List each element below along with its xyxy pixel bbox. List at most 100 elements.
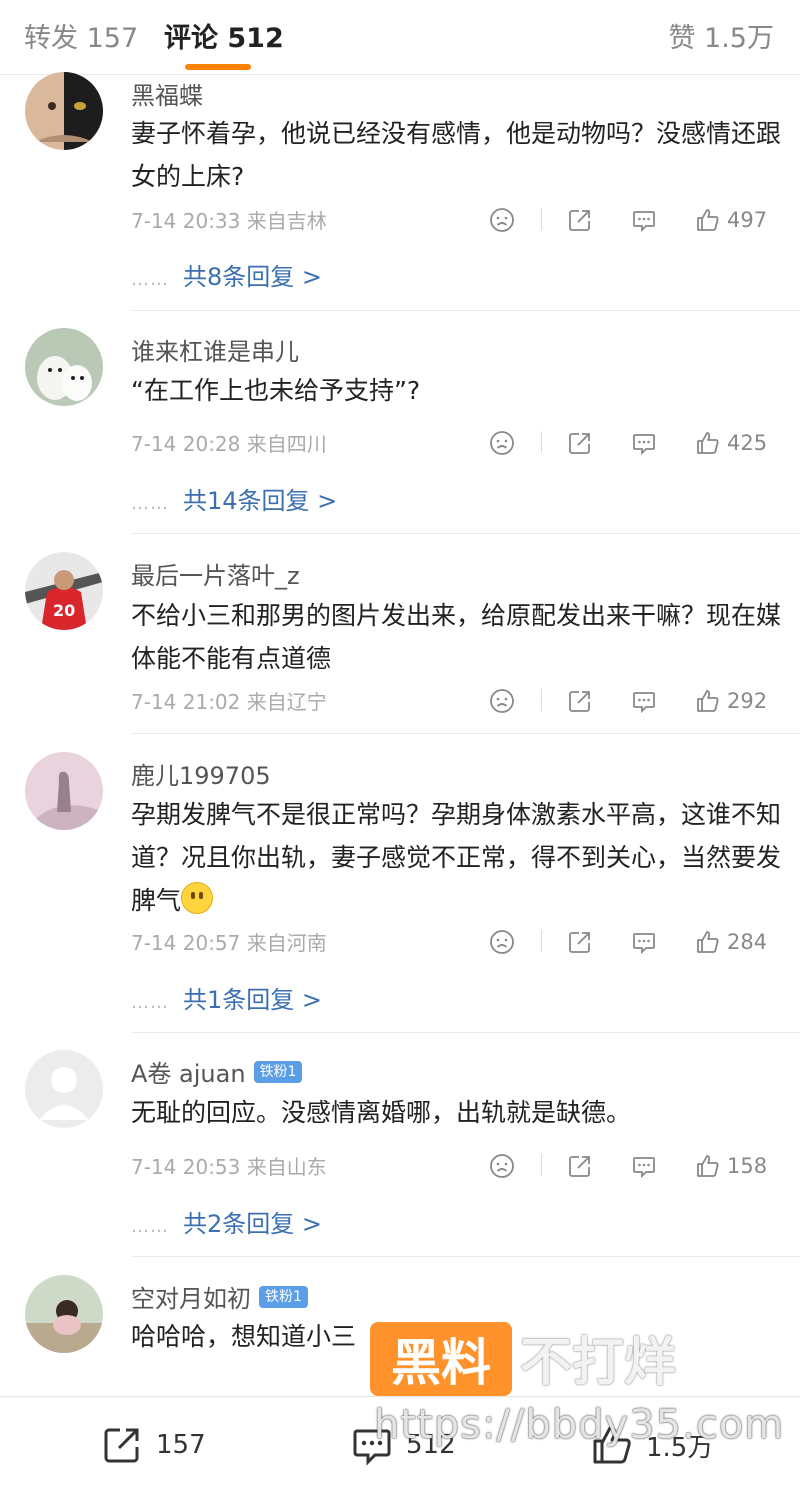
dislike-button[interactable] <box>489 428 515 458</box>
comment-text-body: 孕期发脾气不是很正常吗？孕期身体激素水平高，这谁不知道？况且你出轨，妻子感觉不正… <box>131 800 782 915</box>
fan-badge: 铁粉1 <box>259 1285 308 1308</box>
view-replies-link[interactable]: …… 共14条回复 > <box>131 481 337 516</box>
like-button[interactable]: 292 <box>695 686 767 716</box>
watermark-text: 不打烊 <box>520 1333 677 1393</box>
like-count: 284 <box>727 930 768 954</box>
share-button[interactable] <box>567 1151 593 1181</box>
watermark-logo: 黑料 <box>370 1322 512 1396</box>
reply-icon <box>633 211 655 233</box>
view-replies-link[interactable]: …… 共2条回复 > <box>131 1204 322 1239</box>
username-text: A卷 ajuan <box>131 1060 246 1088</box>
reply-button[interactable] <box>631 927 657 957</box>
tab-like[interactable]: 赞 1.5万 <box>668 16 774 55</box>
comment-meta: 7-14 20:33 来自吉林 497 <box>131 205 776 235</box>
smile-emoji-icon <box>181 882 214 914</box>
comment-text: 不给小三和那男的图片发出来，给原配发出来干嘛？现在媒体能不能有点道德 <box>131 601 782 673</box>
comment-text: 妻子怀着孕，他说已经没有感情，他是动物吗？没感情还跟女的上床? <box>131 119 782 191</box>
comment-text: 无耻的回应。没感情离婚哪，出轨就是缺德。 <box>131 1098 632 1127</box>
reply-count: 共1条回复 > <box>183 986 323 1014</box>
avatar[interactable] <box>25 1050 103 1128</box>
svg-text:20: 20 <box>53 601 75 620</box>
username[interactable]: 黑福蝶 <box>131 76 203 111</box>
dislike-face-icon <box>490 208 514 232</box>
like-count: 158 <box>727 1154 768 1178</box>
username[interactable]: 鹿儿199705 <box>131 756 271 791</box>
username[interactable]: 谁来杠谁是串儿 <box>131 332 299 367</box>
dislike-button[interactable] <box>489 686 515 716</box>
thumb-up-icon <box>697 209 719 231</box>
username[interactable]: A卷 ajuan 铁粉1 <box>131 1054 303 1089</box>
active-tab-indicator <box>185 64 251 70</box>
share-button[interactable] <box>567 428 593 458</box>
comment-meta: 7-14 20:53 来自山东 158 <box>131 1151 776 1181</box>
like-count: 292 <box>727 689 768 713</box>
thumb-up-icon <box>697 432 719 454</box>
dislike-face-icon <box>490 930 514 954</box>
dislike-button[interactable] <box>489 927 515 957</box>
repost-button[interactable]: 157 <box>100 1421 206 1469</box>
divider <box>541 689 542 711</box>
share-icon <box>569 1156 590 1177</box>
thumb-up-icon <box>697 1155 719 1177</box>
dislike-face-icon <box>490 689 514 713</box>
divider <box>541 431 542 453</box>
share-button[interactable] <box>567 205 593 235</box>
reply-icon <box>633 434 655 456</box>
watermark-url: https://bbdy35.com <box>374 1402 785 1448</box>
username[interactable]: 最后一片落叶_z <box>131 556 300 591</box>
divider <box>541 930 542 952</box>
share-icon <box>569 210 590 231</box>
comment-meta: 7-14 20:28 来自四川 425 <box>131 428 776 458</box>
thumb-up-icon <box>697 931 719 953</box>
reply-count: 共2条回复 > <box>183 1210 323 1238</box>
like-count: 497 <box>727 208 768 232</box>
reply-icon <box>633 692 655 714</box>
comment-divider <box>131 733 800 734</box>
timestamp-location: 7-14 20:33 来自吉林 <box>131 209 327 233</box>
reply-button[interactable] <box>631 686 657 716</box>
view-replies-link[interactable]: …… 共1条回复 > <box>131 980 322 1015</box>
avatar[interactable] <box>25 328 103 406</box>
reply-button[interactable] <box>631 1151 657 1181</box>
timestamp-location: 7-14 20:28 来自四川 <box>131 432 327 456</box>
like-button[interactable]: 158 <box>695 1151 767 1181</box>
comment-divider <box>131 533 800 534</box>
reply-dots: …… <box>131 992 169 1013</box>
comment-text: 孕期发脾气不是很正常吗？孕期身体激素水平高，这谁不知道？况且你出轨，妻子感觉不正… <box>131 793 781 922</box>
dislike-face-icon <box>490 1154 514 1178</box>
dislike-button[interactable] <box>489 205 515 235</box>
username[interactable]: 空对月如初 铁粉1 <box>131 1279 308 1314</box>
timestamp-location: 7-14 20:57 来自河南 <box>131 931 327 955</box>
dislike-button[interactable] <box>489 1151 515 1181</box>
tab-repost[interactable]: 转发 157 <box>24 16 138 55</box>
divider <box>541 1154 542 1176</box>
share-button[interactable] <box>567 927 593 957</box>
comment-meta: 7-14 20:57 来自河南 284 <box>131 927 776 957</box>
fan-badge: 铁粉1 <box>253 1060 303 1083</box>
comment-divider <box>131 1032 800 1033</box>
share-icon <box>104 1428 139 1463</box>
like-button[interactable]: 425 <box>695 428 767 458</box>
reply-dots: …… <box>131 493 169 514</box>
reply-count: 共8条回复 > <box>183 263 323 291</box>
dislike-face-icon <box>490 431 514 455</box>
reply-dots: …… <box>131 1216 169 1237</box>
avatar[interactable]: 20 <box>25 552 103 630</box>
reply-button[interactable] <box>631 205 657 235</box>
share-button[interactable] <box>567 686 593 716</box>
reply-button[interactable] <box>631 428 657 458</box>
comment-divider <box>131 1256 800 1257</box>
view-replies-link[interactable]: …… 共8条回复 > <box>131 257 322 292</box>
comment-tabs: 转发 157 评论 512 赞 1.5万 <box>0 0 800 75</box>
thumb-up-icon <box>697 690 719 712</box>
like-button[interactable]: 497 <box>695 205 767 235</box>
repost-count: 157 <box>156 1430 206 1460</box>
comment-text: “在工作上也未给予支持”? <box>131 376 421 405</box>
reply-icon <box>633 933 655 955</box>
like-button[interactable]: 284 <box>695 927 767 957</box>
like-count: 425 <box>727 431 768 455</box>
avatar[interactable] <box>25 752 103 830</box>
avatar[interactable] <box>25 72 103 150</box>
reply-dots: …… <box>131 269 169 290</box>
avatar[interactable] <box>25 1275 103 1353</box>
